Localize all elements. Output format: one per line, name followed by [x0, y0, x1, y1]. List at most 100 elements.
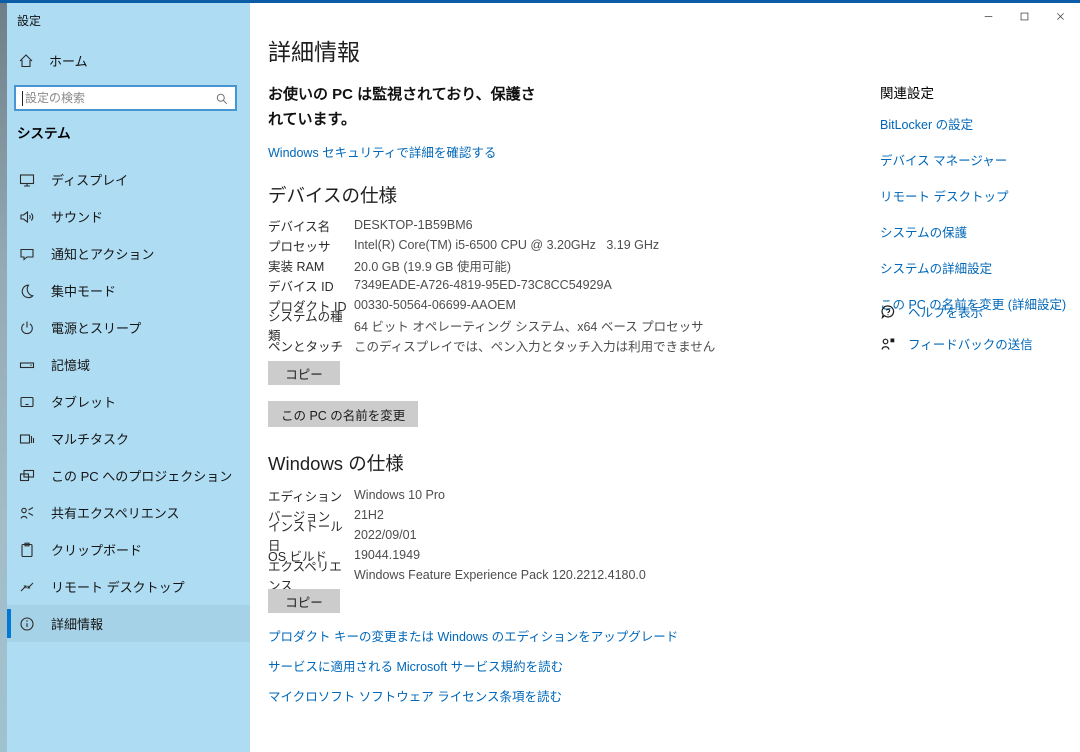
shared-experiences-icon [19, 505, 35, 521]
sidebar-item-label: この PC へのプロジェクション [51, 466, 232, 485]
sidebar-item-label: 電源とスリープ [51, 318, 141, 337]
sidebar-item-label: ディスプレイ [51, 170, 128, 189]
spec-row-ram: 実装 RAM 20.0 GB (19.9 GB 使用可能) [268, 255, 715, 275]
services-agreement-link[interactable]: サービスに適用される Microsoft サービス規約を読む [268, 656, 563, 675]
sidebar-item-power-sleep[interactable]: 電源とスリープ [7, 309, 250, 346]
sidebar-item-projecting[interactable]: この PC へのプロジェクション [7, 457, 250, 494]
spec-value: 2022/09/01 [354, 528, 417, 542]
related-settings: 関連設定 BitLocker の設定 デバイス マネージャー リモート デスクト… [880, 82, 1080, 330]
rename-pc-button[interactable]: この PC の名前を変更 [268, 401, 418, 427]
sidebar-section-label: システム [17, 122, 71, 142]
main-content: 詳細情報 お使いの PC は監視されており、保護されています。 Windows … [250, 3, 1080, 752]
window-title: 設定 [17, 12, 41, 29]
windows-spec-title: Windows の仕様 [268, 450, 404, 476]
spec-value: 19044.1949 [354, 548, 420, 562]
settings-window: 設定 ホーム システム ディスプレイ サウンド 通知とアクション [0, 0, 1080, 752]
get-help-link[interactable]: ヘルプを表示 [908, 302, 983, 321]
sidebar-item-shared-experiences[interactable]: 共有エクスペリエンス [7, 494, 250, 531]
give-feedback-row[interactable]: フィードバックの送信 [880, 334, 1033, 353]
sidebar-item-focus-assist[interactable]: 集中モード [7, 272, 250, 309]
sidebar-item-label: リモート デスクトップ [51, 577, 185, 596]
advanced-system-settings-link[interactable]: システムの詳細設定 [880, 258, 1080, 277]
get-help-row[interactable]: ヘルプを表示 [880, 302, 1033, 321]
spec-label: ペンとタッチ [268, 336, 354, 355]
spec-value: 20.0 GB (19.9 GB 使用可能) [354, 256, 511, 275]
spec-value: Windows Feature Experience Pack 120.2212… [354, 568, 646, 582]
tablet-icon [19, 394, 35, 410]
maximize-button[interactable] [1006, 3, 1042, 31]
sidebar-item-label: 記憶域 [51, 355, 90, 374]
sidebar-item-home[interactable]: ホーム [18, 51, 88, 70]
spec-label: エディション [268, 486, 354, 505]
search-icon[interactable] [215, 92, 229, 111]
page-title: 詳細情報 [268, 33, 360, 67]
license-terms-link[interactable]: マイクロソフト ソフトウェア ライセンス条項を読む [268, 686, 562, 705]
info-circle-icon [19, 616, 35, 632]
device-spec-table: デバイス名 DESKTOP-1B59BM6 プロセッサ Intel(R) Cor… [268, 215, 715, 355]
spec-row-system-type: システムの種類 64 ビット オペレーティング システム、x64 ベース プロセ… [268, 315, 715, 335]
sidebar-item-clipboard[interactable]: クリップボード [7, 531, 250, 568]
background-window-edge [0, 0, 7, 752]
sidebar-item-about[interactable]: 詳細情報 [7, 605, 250, 642]
sidebar-item-tablet[interactable]: タブレット [7, 383, 250, 420]
copy-windows-spec-button[interactable]: コピー [268, 589, 340, 613]
help-icon [880, 304, 896, 320]
minimize-button[interactable] [970, 3, 1006, 31]
bitlocker-settings-link[interactable]: BitLocker の設定 [880, 114, 1080, 133]
spec-value: 00330-50564-06699-AAOEM [354, 298, 516, 312]
spec-value: Intel(R) Core(TM) i5-6500 CPU @ 3.20GHz … [354, 238, 659, 252]
clipboard-icon [19, 542, 35, 558]
speech-bubble-icon [19, 246, 35, 262]
storage-drive-icon [19, 357, 35, 373]
home-icon [18, 53, 34, 69]
spec-value: Windows 10 Pro [354, 488, 445, 502]
device-manager-link[interactable]: デバイス マネージャー [880, 150, 1080, 169]
spec-label: デバイス名 [268, 216, 354, 235]
sidebar-item-display[interactable]: ディスプレイ [7, 161, 250, 198]
spec-value: 21H2 [354, 508, 384, 522]
sidebar-item-label: マルチタスク [51, 429, 129, 448]
sidebar-item-label: タブレット [51, 392, 116, 411]
search-input[interactable] [16, 87, 235, 109]
security-status-text: お使いの PC は監視されており、保護されています。 [268, 83, 536, 133]
spec-value: DESKTOP-1B59BM6 [354, 218, 473, 232]
spec-row-processor: プロセッサ Intel(R) Core(TM) i5-6500 CPU @ 3.… [268, 235, 715, 255]
display-icon [19, 172, 35, 188]
maximize-icon [1019, 10, 1030, 25]
text-caret [22, 91, 23, 106]
sidebar-item-label: 詳細情報 [51, 614, 103, 633]
minimize-icon [983, 10, 994, 25]
spec-label: デバイス ID [268, 276, 354, 295]
sidebar-item-storage[interactable]: 記憶域 [7, 346, 250, 383]
sidebar-item-remote-desktop[interactable]: リモート デスクトップ [7, 568, 250, 605]
multitask-icon [19, 431, 35, 447]
spec-row-pen-touch: ペンとタッチ このディスプレイでは、ペン入力とタッチ入力は利用できません [268, 335, 715, 355]
spec-label: プロセッサ [268, 236, 354, 255]
sidebar-item-label: 共有エクスペリエンス [51, 503, 179, 522]
spec-label: 実装 RAM [268, 256, 354, 275]
close-button[interactable] [1042, 3, 1078, 31]
give-feedback-link[interactable]: フィードバックの送信 [908, 334, 1033, 353]
change-product-key-link[interactable]: プロダクト キーの変更または Windows のエディションをアップグレード [268, 626, 678, 645]
sidebar-item-label: 集中モード [51, 281, 116, 300]
sidebar-item-notifications[interactable]: 通知とアクション [7, 235, 250, 272]
spec-value: 64 ビット オペレーティング システム、x64 ベース プロセッサ [354, 316, 704, 335]
sidebar: 設定 ホーム システム ディスプレイ サウンド 通知とアクション [7, 3, 250, 752]
remote-desktop-icon [19, 579, 35, 595]
crescent-moon-icon [19, 283, 35, 299]
caption-buttons [970, 3, 1078, 31]
copy-device-spec-button[interactable]: コピー [268, 361, 340, 385]
home-label: ホーム [49, 51, 88, 70]
remote-desktop-link[interactable]: リモート デスクトップ [880, 186, 1080, 205]
windows-security-link[interactable]: Windows セキュリティで詳細を確認する [268, 142, 496, 161]
sidebar-item-label: 通知とアクション [51, 244, 154, 263]
speaker-icon [19, 209, 35, 225]
sidebar-nav: ディスプレイ サウンド 通知とアクション 集中モード 電源とスリープ 記憶域 [7, 161, 250, 642]
spec-value: 7349EADE-A726-4819-95ED-73C8CC54929A [354, 278, 612, 292]
system-protection-link[interactable]: システムの保護 [880, 222, 1080, 241]
help-feedback-block: ヘルプを表示 フィードバックの送信 [880, 302, 1033, 366]
search-box [14, 85, 237, 111]
spec-row-edition: エディション Windows 10 Pro [268, 485, 646, 505]
sidebar-item-sound[interactable]: サウンド [7, 198, 250, 235]
sidebar-item-multitasking[interactable]: マルチタスク [7, 420, 250, 457]
